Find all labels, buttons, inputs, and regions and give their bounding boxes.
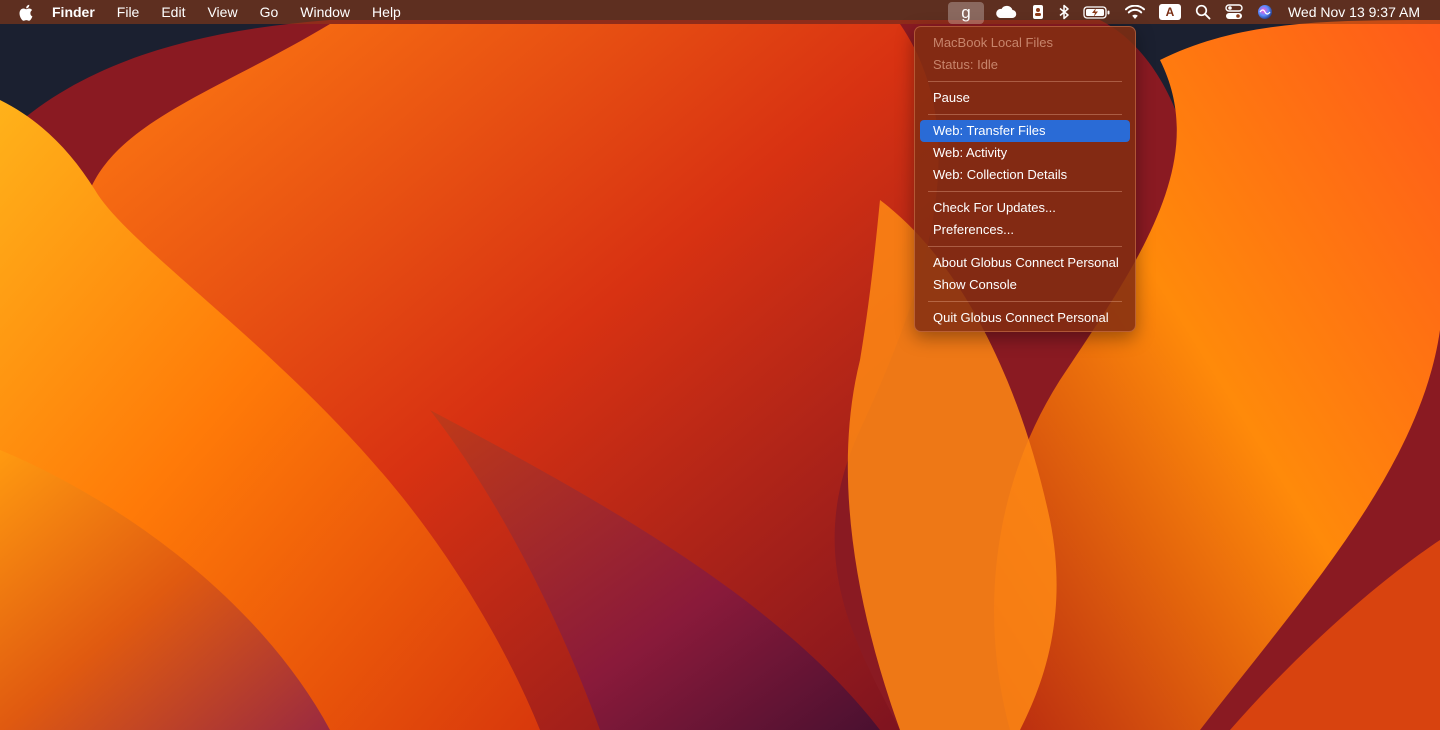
menubar-clock[interactable]: Wed Nov 13 9:37 AM	[1280, 4, 1440, 20]
menu-go[interactable]: Go	[249, 0, 290, 24]
menu-item-web-collection-details[interactable]: Web: Collection Details	[920, 164, 1130, 186]
siri-icon[interactable]	[1250, 0, 1280, 24]
input-source-icon[interactable]: A	[1152, 0, 1188, 24]
battery-charging-icon[interactable]	[1076, 0, 1118, 24]
menu-edit[interactable]: Edit	[150, 0, 196, 24]
menu-item-preferences[interactable]: Preferences...	[920, 219, 1130, 241]
input-source-label: A	[1158, 4, 1181, 20]
menu-item-show-console[interactable]: Show Console	[920, 274, 1130, 296]
menu-item-collection-name: MacBook Local Files	[933, 35, 1053, 50]
menu-help[interactable]: Help	[361, 0, 412, 24]
menu-item-status: Status: Idle	[933, 57, 999, 72]
spotlight-icon[interactable]	[1188, 0, 1218, 24]
menu-view[interactable]: View	[196, 0, 248, 24]
menu-item-quit[interactable]: Quit Globus Connect Personal	[920, 307, 1130, 329]
menu-separator	[928, 246, 1122, 247]
menu-bar: Finder File Edit View Go Window Help g A	[0, 0, 1440, 24]
menu-item-web-activity[interactable]: Web: Activity	[920, 142, 1130, 164]
globus-status-menu: MacBook Local Files Status: Idle Pause W…	[914, 26, 1136, 332]
menu-item-pause[interactable]: Pause	[920, 87, 1130, 109]
menu-separator	[928, 191, 1122, 192]
contacts-icon[interactable]	[1024, 0, 1052, 24]
bluetooth-icon[interactable]	[1052, 0, 1076, 24]
wifi-icon[interactable]	[1118, 0, 1152, 24]
menu-separator	[928, 114, 1122, 115]
creative-cloud-icon[interactable]	[988, 0, 1024, 24]
menu-window[interactable]: Window	[289, 0, 361, 24]
menu-separator	[928, 81, 1122, 82]
menu-item-web-transfer-files[interactable]: Web: Transfer Files	[920, 120, 1130, 142]
app-menu-finder[interactable]: Finder	[52, 0, 106, 24]
menu-file[interactable]: File	[106, 0, 151, 24]
desktop-wallpaper	[0, 0, 1440, 730]
globus-icon[interactable]: g	[947, 1, 984, 24]
control-center-icon[interactable]	[1218, 0, 1250, 24]
menu-separator	[928, 301, 1122, 302]
menu-item-check-for-updates[interactable]: Check For Updates...	[920, 197, 1130, 219]
menu-item-about[interactable]: About Globus Connect Personal	[920, 252, 1130, 274]
apple-logo-icon[interactable]	[18, 3, 34, 21]
